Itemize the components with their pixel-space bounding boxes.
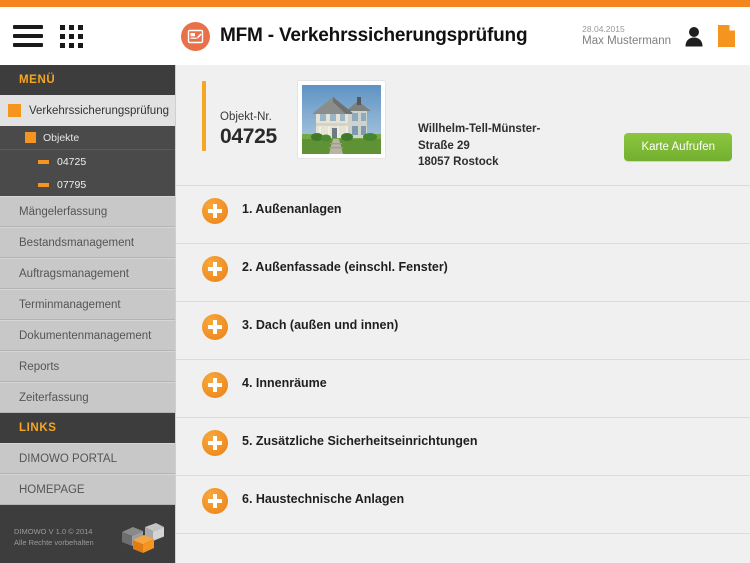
sidebar-footer-text: DIMOWO V 1.0 © 2014 Alle Rechte vorbehal… xyxy=(14,527,94,549)
sidebar-item-label: Dokumentenmanagement xyxy=(19,329,152,342)
sidebar-object-label: 07795 xyxy=(57,178,87,191)
plus-circle-icon[interactable] xyxy=(202,430,228,457)
sidebar-item-reports[interactable]: Reports xyxy=(0,351,175,382)
sidebar-item-zeiterfassung[interactable]: Zeiterfassung xyxy=(0,382,175,413)
header-nav-icons xyxy=(0,24,176,48)
current-date: 28.04.2015 xyxy=(582,23,625,34)
sidebar-object-04725[interactable]: 04725 xyxy=(0,150,175,173)
app-window: MFM - Verkehrssicherungsprüfung 28.04.20… xyxy=(0,0,750,563)
sidebar-item-dokumentenmanagement[interactable]: Dokumentenmanagement xyxy=(0,320,175,351)
object-thumbnail[interactable] xyxy=(298,81,385,158)
clipboard-edit-icon xyxy=(181,21,210,51)
plus-circle-icon[interactable] xyxy=(202,198,228,225)
checklist-item-label: 1. Außenanlagen xyxy=(242,202,342,217)
checklist-item-label: 4. Innenräume xyxy=(242,376,327,391)
sidebar-menu-heading: MENÜ xyxy=(0,65,175,95)
sidebar-item-label: Auftragsmanagement xyxy=(19,267,129,280)
inspection-checklist: 1. Außenanlagen 2. Außenfassade (einschl… xyxy=(176,186,750,535)
top-accent-strip xyxy=(0,0,750,7)
address-line-1: Willhelm-Tell-Münster- xyxy=(418,123,541,135)
app-header: MFM - Verkehrssicherungsprüfung 28.04.20… xyxy=(0,7,750,65)
sidebar-item-label: Verkehrssicherungsprüfung xyxy=(29,104,169,117)
body-row: MENÜ Verkehrssicherungsprüfung Objekte 0… xyxy=(0,65,750,563)
main-content: Objekt-Nr. 04725 Willhelm-Tell-Münster- … xyxy=(176,65,750,563)
house-photo xyxy=(302,85,381,154)
sidebar-item-label: Bestandsmanagement xyxy=(19,236,135,249)
hamburger-icon[interactable] xyxy=(13,25,43,47)
sidebar-object-07795[interactable]: 07795 xyxy=(0,173,175,196)
bullet-square-icon xyxy=(8,104,21,117)
sidebar-link-dimowo-portal[interactable]: DIMOWO PORTAL xyxy=(0,443,175,474)
plus-circle-icon[interactable] xyxy=(202,488,228,515)
open-map-button[interactable]: Karte Aufrufen xyxy=(624,133,732,161)
bullet-square-icon xyxy=(25,132,36,143)
checklist-item-1[interactable]: 1. Außenanlagen xyxy=(176,186,750,245)
sidebar-link-label: DIMOWO PORTAL xyxy=(19,452,117,465)
checklist-item-4[interactable]: 4. Innenräume xyxy=(176,360,750,419)
checklist-item-label: 2. Außenfassade (einschl. Fenster) xyxy=(242,260,448,275)
user-meta: 28.04.2015 Max Mustermann xyxy=(582,24,671,49)
sidebar-item-auftragsmanagement[interactable]: Auftragsmanagement xyxy=(0,258,175,289)
sidebar-item-label: Zeiterfassung xyxy=(19,391,89,404)
sidebar-item-label: Reports xyxy=(19,360,60,373)
plus-circle-icon[interactable] xyxy=(202,314,228,341)
page-title: MFM - Verkehrssicherungsprüfung xyxy=(220,25,528,46)
sidebar-links-heading: LINKS xyxy=(0,413,175,443)
sidebar-item-terminmanagement[interactable]: Terminmanagement xyxy=(0,289,175,320)
bullet-dash-icon xyxy=(38,159,49,164)
sidebar-item-label: Terminmanagement xyxy=(19,298,121,311)
document-icon[interactable] xyxy=(717,24,736,48)
sidebar-item-label: Mängelerfassung xyxy=(19,205,108,218)
sidebar-item-maengelerfassung[interactable]: Mängelerfassung xyxy=(0,196,175,227)
sidebar-subitem-label: Objekte xyxy=(43,131,80,144)
checklist-item-3[interactable]: 3. Dach (außen und innen) xyxy=(176,302,750,361)
object-number-value: 04725 xyxy=(220,124,277,148)
address-line-3: 18057 Rostock xyxy=(418,156,499,169)
bullet-dash-icon xyxy=(38,182,49,187)
object-number-block: Objekt-Nr. 04725 xyxy=(220,111,294,149)
cubes-logo-icon xyxy=(119,522,165,554)
object-card: Objekt-Nr. 04725 Willhelm-Tell-Münster- … xyxy=(176,65,750,187)
header-user-area: 28.04.2015 Max Mustermann xyxy=(582,24,750,49)
plus-circle-icon[interactable] xyxy=(202,256,228,283)
checklist-item-2[interactable]: 2. Außenfassade (einschl. Fenster) xyxy=(176,244,750,303)
checklist-item-label: 6. Haustechnische Anlagen xyxy=(242,492,405,507)
accent-bar xyxy=(202,81,206,151)
sidebar-item-bestandsmanagement[interactable]: Bestandsmanagement xyxy=(0,227,175,258)
sidebar-item-verkehrssicherungspruefung[interactable]: Verkehrssicherungsprüfung xyxy=(0,95,175,126)
object-number-label: Objekt-Nr. xyxy=(220,111,272,123)
user-name: Max Mustermann xyxy=(582,35,671,48)
sidebar-spacer xyxy=(0,505,175,513)
grid-apps-icon[interactable] xyxy=(60,24,83,48)
header-title-area: MFM - Verkehrssicherungsprüfung xyxy=(176,21,582,51)
sidebar-item-objekte[interactable]: Objekte xyxy=(0,126,175,150)
sidebar-footer: DIMOWO V 1.0 © 2014 Alle Rechte vorbehal… xyxy=(0,513,175,563)
sidebar: MENÜ Verkehrssicherungsprüfung Objekte 0… xyxy=(0,65,176,563)
person-icon[interactable] xyxy=(684,25,704,47)
checklist-item-label: 3. Dach (außen und innen) xyxy=(242,318,399,333)
copyright-line-2: Alle Rechte vorbehalten xyxy=(14,538,94,547)
copyright-line-1: DIMOWO V 1.0 © 2014 xyxy=(14,527,93,537)
sidebar-link-homepage[interactable]: HOMEPAGE xyxy=(0,474,175,505)
checklist-item-6[interactable]: 6. Haustechnische Anlagen xyxy=(176,476,750,535)
checklist-item-5[interactable]: 5. Zusätzliche Sicherheitseinrichtungen xyxy=(176,418,750,477)
object-address: Willhelm-Tell-Münster- Straße 29 18057 R… xyxy=(418,121,624,171)
sidebar-object-label: 04725 xyxy=(57,155,87,168)
sidebar-link-label: HOMEPAGE xyxy=(19,483,85,496)
checklist-item-label: 5. Zusätzliche Sicherheitseinrichtungen xyxy=(242,434,478,449)
plus-circle-icon[interactable] xyxy=(202,372,228,399)
address-line-2: Straße 29 xyxy=(418,139,470,152)
